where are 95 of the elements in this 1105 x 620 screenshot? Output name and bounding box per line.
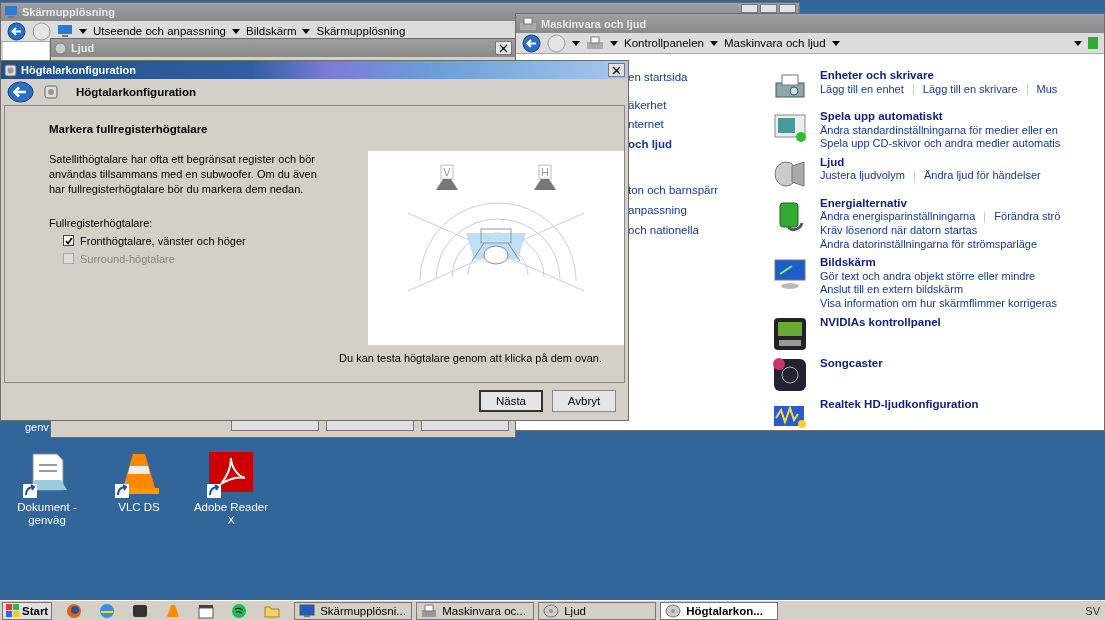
speaker-icon [54, 41, 67, 55]
task-link[interactable]: Förändra strö [994, 210, 1061, 224]
globe-icon[interactable] [99, 602, 116, 619]
task-link[interactable]: Ändra datorinställningarna för strömsparläge [820, 237, 1038, 252]
app-icon[interactable] [772, 356, 808, 393]
window-title: Skärmupplösning [22, 6, 116, 18]
flag-icon [6, 604, 20, 617]
app-icon[interactable] [132, 602, 149, 619]
breadcrumb-link[interactable]: Kontrollpanelen [624, 37, 704, 49]
browser-icon[interactable] [66, 602, 83, 619]
task-link[interactable]: Spela upp CD-skivor och andra medier automatis [820, 137, 1061, 151]
task-link[interactable]: Justera ljudvolym [820, 169, 905, 183]
window-title: Ljud [71, 42, 96, 54]
category-link[interactable]: Songcaster [820, 356, 883, 371]
task-link[interactable]: Ändra standardinställningarna för medier eller en [820, 123, 1058, 138]
task-link[interactable]: Mus [1036, 82, 1058, 97]
breadcrumb-link[interactable]: Maskinvara och ljud [723, 37, 826, 49]
caret-icon[interactable] [610, 40, 618, 46]
description-text: Satellithögtalare har ofta ett begränsat register och bör användas tillsammans med en subwoofer. Om du även har fullregisterhögtalare bör du markera dem nedan. [49, 152, 318, 197]
close-button[interactable] [495, 41, 512, 55]
monitor-icon [299, 602, 316, 619]
nav-link[interactable]: äkerhet [628, 95, 774, 116]
taskbar-button[interactable]: Ljud [538, 601, 657, 620]
taskbar-button[interactable]: Maskinvara oc... [416, 601, 535, 620]
breadcrumb-link[interactable]: Skärmupplösning [316, 25, 406, 37]
speaker-icon [44, 85, 58, 99]
music-app-icon[interactable] [231, 602, 248, 619]
task-link[interactable]: Lägg till en enhet [820, 82, 904, 97]
category-link[interactable]: Realtek HD-ljudkonfiguration [820, 397, 979, 412]
dialog-header: Högtalarkonfiguration [76, 86, 197, 98]
maximize-button[interactable] [760, 4, 777, 13]
back-button[interactable] [522, 33, 541, 53]
category-link[interactable]: Enheter och skrivare [820, 69, 1058, 83]
printer-icon [519, 16, 537, 31]
nav-link[interactable]: och ljud [628, 134, 774, 155]
monitor-icon [4, 5, 18, 19]
taskbar-button[interactable]: Högtalarkon... [660, 601, 779, 620]
pdf-document-icon[interactable] [207, 450, 255, 498]
task-link[interactable]: Kräv lösenord när datorn startas [820, 223, 978, 238]
task-link[interactable]: Ändra energisparinställningarna [820, 210, 976, 224]
taskbar-button[interactable]: Skärmupplösni... [294, 601, 413, 620]
icon-label: Dokument - genväg [16, 501, 78, 527]
caret-icon[interactable] [302, 28, 311, 34]
language-indicator[interactable]: SV [1085, 604, 1100, 617]
back-button[interactable] [7, 21, 26, 41]
back-button[interactable] [7, 81, 34, 103]
category-link[interactable]: Ljud [820, 155, 1041, 170]
hint-text: Du kan testa högtalare genom att klicka på dem ovan. [339, 352, 602, 364]
speaker-icon [543, 602, 560, 619]
checkbox[interactable] [63, 235, 74, 246]
caret-icon[interactable] [79, 28, 87, 34]
category-link[interactable]: Bildskärm [820, 256, 1057, 270]
task-link[interactable]: Lägg till en skrivare [922, 82, 1018, 97]
task-link[interactable]: Ändra ljud för händelser [924, 169, 1041, 183]
dialog-button[interactable]: Avbryt [552, 390, 616, 412]
task-link[interactable]: Visa information om hur skärmflimmer korrigeras [820, 296, 1057, 311]
caret-icon[interactable] [232, 28, 240, 34]
nav-link[interactable]: nternet [628, 115, 774, 135]
printer-icon [586, 36, 604, 50]
caret-icon[interactable] [572, 40, 580, 46]
category-link[interactable]: NVIDIAs kontrollpanel [820, 315, 941, 330]
section-heading: Markera fullregisterhögtalare [49, 123, 209, 135]
dialog-button[interactable]: Nästa [479, 390, 543, 412]
nav-link[interactable]: och nationella [628, 220, 774, 241]
caret-icon[interactable] [831, 40, 840, 46]
speaker-label: H [541, 166, 549, 178]
speaker-icon [665, 602, 682, 619]
category-link[interactable]: Energialternativ [820, 196, 1061, 211]
start-button[interactable]: Start [2, 601, 53, 620]
breadcrumb-link[interactable]: Bildskärm [246, 25, 297, 37]
caret-icon[interactable] [709, 40, 718, 46]
icon-label: genv [25, 421, 49, 433]
window-title: Maskinvara och ljud [541, 17, 648, 30]
close-button[interactable] [608, 63, 625, 77]
task-link[interactable]: Anslut till en extern bildskärm [820, 283, 964, 297]
group-label: Fullregisterhögtalare: [49, 217, 154, 229]
clapperboard-icon[interactable] [198, 602, 215, 619]
icon-label: Adobe Reader X [192, 501, 270, 527]
window-title: Högtalarkonfiguration [21, 64, 137, 76]
printer-icon [421, 602, 438, 619]
minimize-button[interactable] [741, 4, 758, 13]
speaker-label: V [443, 166, 451, 178]
task-link[interactable]: Gör text och andra objekt större eller mindre [820, 269, 1036, 284]
nav-link[interactable]: en startsida [628, 68, 774, 88]
speaker-icon [4, 63, 17, 77]
checkbox-label: Surround-högtalare [80, 252, 175, 265]
breadcrumb-link[interactable]: Utseende och anpassning [93, 25, 226, 37]
content-pane [3, 42, 49, 62]
checkbox-label: Fronthögtalare, vänster och höger [80, 234, 246, 247]
nav-link[interactable]: ton och barnspärr [628, 181, 774, 201]
icon-label: VLC DS [117, 501, 161, 514]
category-link[interactable]: Spela upp automatiskt [820, 110, 1061, 124]
nav-link[interactable]: anpassning [628, 200, 774, 221]
graphics-card-icon[interactable] [772, 315, 808, 352]
caret-icon[interactable] [1074, 40, 1082, 46]
